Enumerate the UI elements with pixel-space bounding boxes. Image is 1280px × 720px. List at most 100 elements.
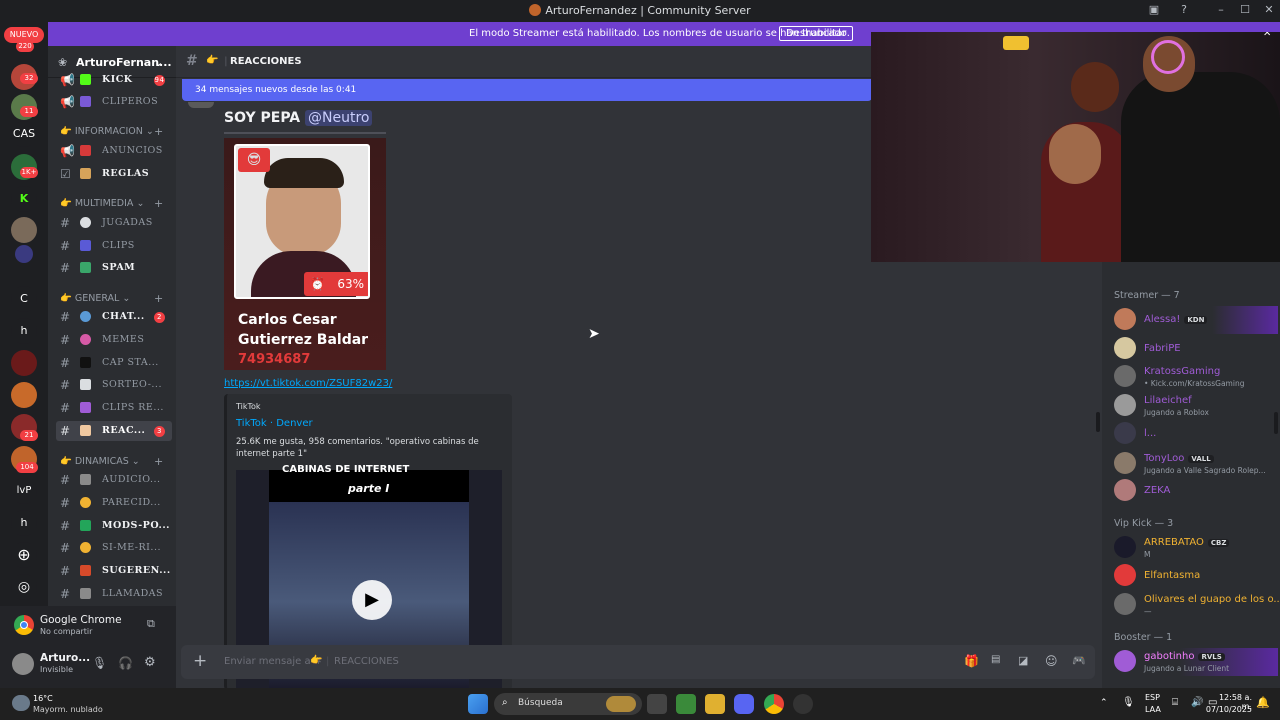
inbox-icon[interactable]: ▣ (1145, 3, 1163, 19)
new-messages-banner[interactable]: 34 mensajes nuevos desde las 0:41 (182, 79, 872, 101)
file-explorer-icon[interactable] (705, 694, 725, 714)
server-icon[interactable] (15, 245, 33, 263)
channel-item[interactable]: # CHAT... 2 (56, 307, 172, 327)
maximize-button[interactable]: ☐ (1236, 3, 1254, 19)
member-item[interactable]: ZEKA (1114, 477, 1278, 505)
kick-server-icon[interactable]: K (11, 186, 37, 212)
weather-icon[interactable] (12, 695, 30, 711)
help-icon[interactable]: ? (1175, 3, 1193, 19)
minimize-button[interactable]: – (1212, 3, 1230, 19)
channel-item[interactable]: # CLIPS (56, 236, 172, 256)
windows-start-icon[interactable] (468, 694, 488, 714)
member-item[interactable]: FabriPE (1114, 335, 1278, 363)
channel-item[interactable]: # PARECID... (56, 493, 172, 513)
server-icon[interactable] (11, 350, 37, 376)
category-dinamicas[interactable]: 👉 DINAMICAS ⌄ + (60, 455, 163, 468)
server-icon[interactable] (11, 382, 37, 408)
server-icon[interactable]: C (11, 286, 37, 312)
emoji-icon[interactable]: ☺ (1045, 654, 1058, 668)
channel-item[interactable]: 📢 ANUNCIOS (56, 141, 172, 161)
add-server-icon[interactable]: ⊕ (11, 542, 37, 568)
obs-icon[interactable] (793, 694, 813, 714)
play-icon[interactable]: ▶ (352, 580, 392, 620)
server-icon[interactable]: h (11, 510, 37, 536)
avatar (1114, 536, 1136, 558)
settings-gear-icon[interactable]: ⚙ (144, 655, 156, 670)
channel-item[interactable]: # SUGEREN... (56, 561, 172, 581)
member-item[interactable]: KratossGaming • Kick.com/KratossGaming (1114, 363, 1278, 391)
gif-icon[interactable]: ▤ (991, 654, 1000, 665)
lang-1[interactable]: ESP (1145, 693, 1160, 702)
activity-panel[interactable]: Google Chrome No compartir ⧉ (0, 606, 176, 644)
member-item[interactable]: Elfantasma (1114, 562, 1278, 590)
embed-title[interactable]: TikTok · Denver (236, 418, 313, 429)
point-emoji-icon: 👉 (206, 55, 219, 66)
channel-item[interactable]: # AUDICIO... (56, 470, 172, 490)
channel-item[interactable]: # MODS-PO... (56, 516, 172, 536)
server-icon[interactable]: CAS (11, 121, 37, 147)
user-status: Invisible (40, 665, 73, 674)
channel-item[interactable]: # MEMES (56, 330, 172, 350)
avatar (1114, 479, 1136, 501)
volume-icon[interactable]: 🔊 (1191, 697, 1203, 708)
channel-item[interactable]: # LLAMADAS (56, 584, 172, 604)
channel-item[interactable]: # CLIPS RE... (56, 398, 172, 418)
id-card-image[interactable]: 😎 ⏰ 63% Carlos Cesar Gutierrez Baldar 749… (224, 138, 386, 370)
apps-icon[interactable]: 🎮 (1072, 654, 1086, 667)
gift-icon[interactable]: 🎁 (964, 654, 979, 668)
add-attachment-icon[interactable]: + (193, 651, 207, 671)
discord-icon[interactable] (734, 694, 754, 714)
member-scrollbar[interactable] (1274, 412, 1278, 434)
microphone-icon[interactable]: 🎙 (92, 656, 107, 670)
member-item[interactable]: l... (1114, 420, 1278, 448)
member-item[interactable]: Olivares el guapo de los o... — (1114, 591, 1280, 619)
lang-2[interactable]: LAA (1145, 705, 1161, 714)
disable-streamer-button[interactable]: Deshabilitar (779, 26, 854, 41)
channel-item[interactable]: # SPAM (56, 258, 172, 278)
server-badge: 32 (20, 73, 38, 84)
category-general[interactable]: 👉 GENERAL ⌄ + (60, 292, 163, 305)
channel-item[interactable]: 📢 KICK 94 (56, 70, 172, 90)
channel-item[interactable]: # CAP STA... (56, 353, 172, 373)
server-icon[interactable]: h (11, 318, 37, 344)
category-multimedia[interactable]: 👉 MULTIMEDIA ⌄ + (60, 197, 163, 210)
clock-date[interactable]: 07/10/2025 (1204, 705, 1252, 714)
member-item[interactable]: gabotinho RVLS Jugando a Lunar Client (1114, 648, 1278, 676)
channel-item-selected[interactable]: # REAC... 3 (56, 421, 172, 441)
category-informacion[interactable]: 👉 INFORMACION ⌄ + (60, 125, 163, 138)
discover-icon[interactable]: ◎ (11, 574, 37, 600)
channel-item[interactable]: ☑ REGLAS (56, 164, 172, 184)
tray-chevron-icon[interactable]: ⌃ (1100, 698, 1108, 708)
activity-status: No compartir (40, 627, 93, 636)
chrome-taskbar-icon[interactable] (764, 694, 784, 714)
member-item[interactable]: ARREBATAO CBZ M (1114, 534, 1278, 562)
close-button[interactable]: ✕ (1260, 3, 1278, 19)
avatar[interactable] (12, 653, 34, 675)
sticker-icon[interactable]: ◪ (1018, 654, 1028, 667)
tiktok-link[interactable]: https://vt.tiktok.com/ZSUF82w23/ (224, 378, 392, 389)
channel-item[interactable]: # JUGADAS (56, 213, 172, 233)
screen-share-icon[interactable]: ⧉ (147, 617, 155, 631)
notifications-icon[interactable]: 🔔 (1256, 696, 1270, 709)
channel-item[interactable]: 📢 CLIPEROS (56, 92, 172, 112)
new-count-badge: 220 (16, 41, 34, 52)
member-item[interactable]: Alessa! KDN (1114, 306, 1278, 334)
network-icon[interactable]: ⌸ (1172, 697, 1178, 708)
mention[interactable]: @Neutro (305, 110, 373, 126)
taskbar-search[interactable]: ⌕ Búsqueda (494, 693, 642, 715)
member-item[interactable]: Lilaeichef Jugando a Roblox (1114, 392, 1278, 420)
member-item[interactable]: TonyLoo VALL Jugando a Valle Sagrado Rolep… (1114, 450, 1278, 478)
server-icon[interactable] (11, 217, 37, 243)
message-composer[interactable]: + Enviar mensaje a # 👉 | REACCIONES 🎁 ▤ … (181, 645, 1095, 679)
headphones-icon[interactable]: 🎧 (118, 656, 133, 670)
tray-mic-icon[interactable]: 🎙 (1122, 697, 1135, 708)
server-icon[interactable]: lvP (11, 478, 37, 504)
chat-scrollbar[interactable] (1096, 412, 1100, 432)
overlay-close-icon[interactable]: ✕ (1263, 32, 1271, 39)
channel-item[interactable]: # SI-ME-RI... (56, 538, 172, 558)
heading-divider (224, 132, 386, 134)
channel-item[interactable]: # SORTEO-... (56, 375, 172, 395)
task-view-icon[interactable] (647, 694, 667, 714)
avatar[interactable] (188, 102, 214, 108)
minecraft-icon[interactable] (676, 694, 696, 714)
